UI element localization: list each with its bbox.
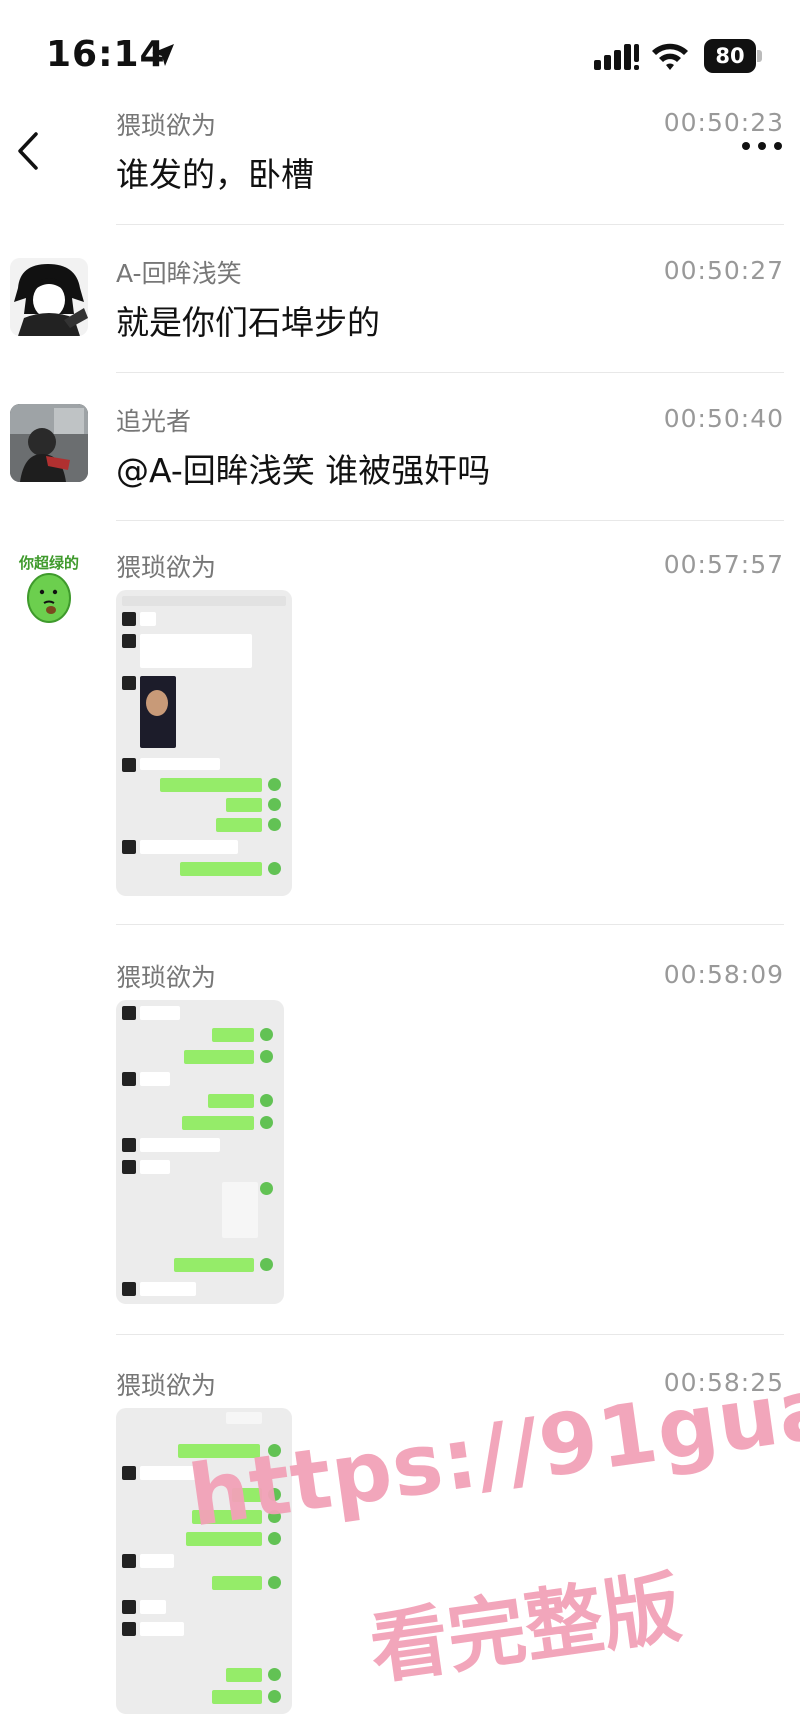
avatar[interactable]: 你超绿的: [10, 550, 88, 628]
message-time: 00:50:27: [663, 256, 784, 285]
battery-level: 80: [704, 39, 756, 73]
sender-name: 追光者: [116, 407, 192, 436]
divider: [116, 1334, 784, 1335]
battery-icon: 80: [704, 39, 762, 73]
status-time: 16:14: [46, 34, 166, 75]
sender-name: 猥琐欲为: [116, 1371, 217, 1400]
message-time: 00:57:57: [663, 550, 784, 579]
message-time: 00:58:09: [663, 960, 784, 989]
message-time: 00:50:40: [663, 404, 784, 433]
message-text: 就是你们石埠步的: [116, 303, 380, 342]
signal-icon: [594, 44, 639, 70]
divider: [116, 924, 784, 925]
divider: [116, 224, 784, 225]
status-bar: 16:14 80: [0, 0, 800, 110]
message-item[interactable]: A-回眸浅笑 00:50:27 就是你们石埠步的: [0, 250, 800, 374]
message-item[interactable]: 追光者 00:50:40 @A-回眸浅笑 谁被强奸吗: [0, 398, 800, 522]
avatar[interactable]: [10, 258, 88, 336]
green-face-icon: [27, 573, 71, 623]
sender-name: A-回眸浅笑: [116, 259, 242, 288]
message-text: @A-回眸浅笑 谁被强奸吗: [116, 451, 491, 490]
message-item[interactable]: 猥琐欲为 00:50:23 谁发的，卧槽: [0, 100, 800, 226]
divider: [116, 520, 784, 521]
divider: [116, 372, 784, 373]
location-arrow-icon: [152, 44, 174, 66]
chat-screenshot-image[interactable]: [116, 1000, 284, 1304]
message-time: 00:50:23: [663, 108, 784, 137]
chat-screenshot-image[interactable]: [116, 590, 292, 896]
sender-name: 猥琐欲为: [116, 963, 217, 992]
message-item[interactable]: 猥琐欲为 00:58:09: [0, 956, 800, 1336]
wifi-icon: [652, 43, 688, 70]
sender-name: 猥琐欲为: [116, 111, 217, 140]
message-text: 谁发的，卧槽: [116, 155, 314, 194]
sender-name: 猥琐欲为: [116, 553, 217, 582]
message-item[interactable]: 你超绿的 猥琐欲为 00:57:57: [0, 546, 800, 926]
avatar[interactable]: [10, 404, 88, 482]
